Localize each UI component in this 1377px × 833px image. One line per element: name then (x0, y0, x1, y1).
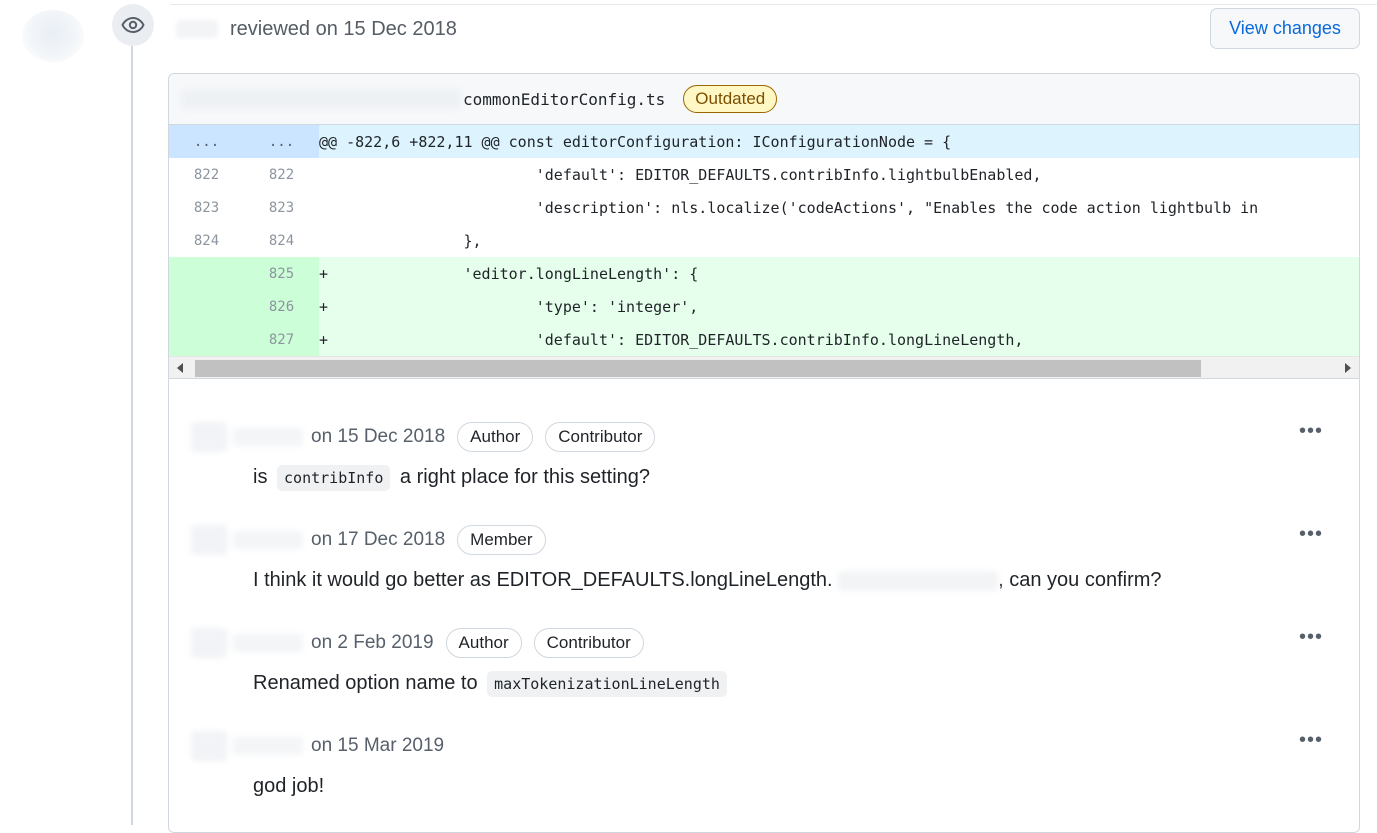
role-badge: Member (457, 525, 546, 555)
diff-code: 'default': EDITOR_DEFAULTS.contribInfo.l… (319, 158, 1359, 191)
avatar[interactable] (191, 628, 227, 658)
old-line-number[interactable]: 824 (169, 224, 244, 257)
diff-table: ... ... @@ -822,6 +822,11 @@ const edito… (169, 125, 1359, 356)
comment-text: a right place for this setting? (394, 466, 651, 488)
inline-code: maxTokenizationLineLength (487, 671, 727, 697)
new-line-number[interactable]: 827 (244, 323, 319, 356)
inline-code: contribInfo (277, 465, 391, 491)
new-line-number[interactable]: 826 (244, 290, 319, 323)
comment-body: I think it would go better as EDITOR_DEF… (253, 569, 1162, 592)
comment-text: I think it would go better as EDITOR_DEF… (253, 569, 833, 591)
author-name[interactable] (233, 737, 303, 755)
kebab-horizontal-icon[interactable]: ••• (1299, 420, 1329, 442)
diff-code-text: }, (339, 231, 482, 250)
scroll-right-icon[interactable] (1345, 363, 1351, 373)
diff-code-text: 'default': EDITOR_DEFAULTS.contribInfo.l… (339, 165, 1042, 184)
hunk-expand-right[interactable]: ... (244, 125, 319, 158)
role-badge: Author (445, 628, 522, 658)
diff-line: 826 + 'type': 'integer', (169, 290, 1359, 323)
reviewer-name[interactable] (176, 20, 218, 38)
diff-line: 825 + 'editor.longLineLength': { (169, 257, 1359, 290)
review-thread-card: commonEditorConfig.ts Outdated ... ... @… (168, 73, 1360, 833)
comment-header: on 15 Dec 2018 Author Contributor (191, 419, 656, 455)
hunk-expand-left[interactable]: ... (169, 125, 244, 158)
diff-code: + 'default': EDITOR_DEFAULTS.contribInfo… (319, 323, 1359, 356)
reviewer-avatar[interactable] (22, 10, 84, 62)
diff-code-text: 'default': EDITOR_DEFAULTS.contribInfo.l… (339, 330, 1024, 349)
kebab-horizontal-icon[interactable]: ••• (1299, 729, 1329, 751)
role-badge: Contributor (533, 628, 644, 658)
comment-date[interactable]: on 17 Dec 2018 (311, 529, 445, 551)
diff-code-text: 'type': 'integer', (339, 297, 699, 316)
diff-code-text: 'description': nls.localize('codeActions… (339, 198, 1259, 217)
top-divider (170, 4, 1377, 5)
diff-sign: + (319, 264, 329, 283)
hunk-header: ... ... @@ -822,6 +822,11 @@ const edito… (169, 125, 1359, 158)
timeline-line (131, 44, 133, 825)
diff-line: 822 822 'default': EDITOR_DEFAULTS.contri… (169, 158, 1359, 191)
diff-code: 'description': nls.localize('codeActions… (319, 191, 1359, 224)
diff-sign: + (319, 330, 329, 349)
scrollbar-thumb[interactable] (195, 360, 1201, 377)
author-name[interactable] (233, 634, 303, 652)
comment-header: on 2 Feb 2019 Author Contributor (191, 625, 644, 661)
view-changes-button[interactable]: View changes (1210, 8, 1360, 49)
old-line-number[interactable] (169, 290, 244, 323)
new-line-number[interactable]: 822 (244, 158, 319, 191)
comment-text: is (253, 466, 268, 488)
hunk-text: @@ -822,6 +822,11 @@ const editorConfigu… (319, 125, 1359, 158)
comment-text: god job! (253, 775, 325, 797)
new-line-number[interactable]: 824 (244, 224, 319, 257)
comment-date[interactable]: on 15 Mar 2019 (311, 735, 444, 757)
comment-body: is contribInfo a right place for this se… (253, 465, 651, 491)
author-name[interactable] (233, 428, 303, 446)
comment-date[interactable]: on 2 Feb 2019 (311, 632, 434, 654)
diff-line: 827 + 'default': EDITOR_DEFAULTS.contribI… (169, 323, 1359, 356)
old-line-number[interactable]: 823 (169, 191, 244, 224)
new-line-number[interactable]: 823 (244, 191, 319, 224)
author-name[interactable] (233, 531, 303, 549)
diff-code: }, (319, 224, 1359, 257)
user-mention[interactable] (838, 570, 999, 591)
new-line-number[interactable]: 825 (244, 257, 319, 290)
diff-line: 823 823 'description': nls.localize('code… (169, 191, 1359, 224)
file-path[interactable] (181, 89, 461, 109)
comment-body: god job! (253, 775, 324, 798)
file-name[interactable]: commonEditorConfig.ts (463, 90, 665, 109)
comment-header: on 15 Mar 2019 (191, 728, 444, 764)
diff-code: + 'type': 'integer', (319, 290, 1359, 323)
old-line-number[interactable]: 822 (169, 158, 244, 191)
avatar[interactable] (191, 525, 227, 555)
comment-header: on 17 Dec 2018 Member (191, 522, 546, 558)
diff-code: + 'editor.longLineLength': { (319, 257, 1359, 290)
horizontal-scrollbar[interactable] (169, 356, 1359, 379)
avatar[interactable] (191, 731, 227, 761)
file-header: commonEditorConfig.ts Outdated (169, 74, 1359, 125)
role-badge: Contributor (545, 422, 656, 452)
diff-line: 824 824 }, (169, 224, 1359, 257)
role-badge: Author (457, 422, 534, 452)
diff-code-text: 'editor.longLineLength': { (339, 264, 699, 283)
scroll-left-icon[interactable] (177, 363, 183, 373)
kebab-horizontal-icon[interactable]: ••• (1299, 626, 1329, 648)
comment-text: Renamed option name to (253, 672, 478, 694)
review-text: reviewed on 15 Dec 2018 (230, 17, 457, 40)
kebab-horizontal-icon[interactable]: ••• (1299, 523, 1329, 545)
review-header: reviewed on 15 Dec 2018 (176, 14, 457, 44)
comment-body: Renamed option name to maxTokenizationLi… (253, 671, 731, 697)
old-line-number[interactable] (169, 257, 244, 290)
avatar[interactable] (191, 422, 227, 452)
eye-icon (112, 4, 154, 46)
diff-sign: + (319, 297, 329, 316)
old-line-number[interactable] (169, 323, 244, 356)
comment-text: , can you confirm? (998, 569, 1162, 591)
outdated-badge: Outdated (683, 85, 778, 113)
comment-date[interactable]: on 15 Dec 2018 (311, 426, 445, 448)
